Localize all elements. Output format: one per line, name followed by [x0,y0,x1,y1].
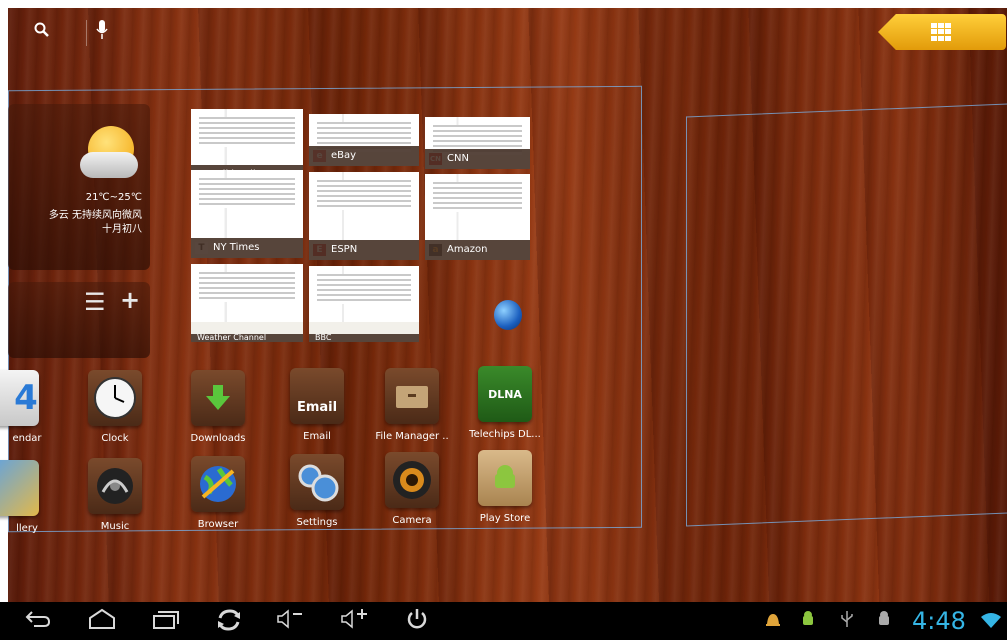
cloud-icon [80,152,138,178]
calendar-icon: 4 [0,370,39,426]
menu-icon[interactable]: ☰ [84,288,106,316]
weather-temperature: 21℃~25℃ [85,192,142,203]
weather-widget[interactable]: 21℃~25℃ 多云 无持续风向微风 十月初八 [8,104,150,270]
settings-icon [290,454,344,510]
android-debug-icon[interactable] [800,610,816,632]
app-play-store[interactable]: Play Store [463,450,547,524]
top-divider [86,20,87,46]
bookmark-thumbnail [425,117,530,155]
app-label: Email [303,431,331,442]
app-label: Browser [197,519,239,530]
bookmark-label: BBC [309,334,419,342]
calendar-digit: 4 [14,378,38,418]
app-settings[interactable]: Settings [275,454,359,528]
dlna-icon: DLNA [478,366,532,422]
app-file-manager[interactable]: File Manager .. [370,368,454,442]
bookmark-label: Weather Channel [191,334,303,342]
bookmark-thumbnail [309,172,419,240]
clock-icon [88,370,142,426]
recent-apps-icon[interactable] [152,608,180,635]
app-label: Clock [101,433,129,444]
top-bar [8,8,1007,58]
bookmark-thumbnail [309,114,419,152]
bookmark-tile[interactable]: Weather Channel [191,264,303,342]
bookmark-thumbnail [191,264,303,322]
app-label: llery [16,523,38,534]
app-camera[interactable]: Camera [370,452,454,526]
power-icon[interactable] [406,608,428,635]
back-icon[interactable] [24,608,52,633]
dlna-icon-text: DLNA [488,387,522,401]
app-telechips-dlna[interactable]: DLNA Telechips DL... [463,366,547,440]
file-manager-icon [385,368,439,424]
volume-down-icon[interactable] [276,608,304,635]
rotate-icon[interactable] [216,608,242,637]
app-label: File Manager .. [375,431,449,442]
email-icon: Email [290,368,344,424]
add-icon[interactable]: + [120,286,140,314]
android-icon[interactable] [876,610,892,632]
app-label: Play Store [479,513,531,524]
usb-icon[interactable] [840,610,854,632]
play-store-icon [478,450,532,506]
app-gallery[interactable]: llery [0,460,54,534]
app-music[interactable]: Music [73,458,157,532]
volume-up-icon[interactable] [340,608,370,635]
status-clock[interactable]: 4:48 [912,607,966,635]
bookmark-thumbnail [309,266,419,322]
app-label: Camera [392,515,432,526]
app-label: endar [12,433,42,444]
bookmark-tile[interactable]: a Amazon [425,174,530,260]
bookmark-tile[interactable]: CN CNN [425,117,530,169]
all-apps-grid-icon [931,23,951,41]
bookmark-thumbnail [191,170,303,238]
app-downloads[interactable]: Downloads [176,370,260,444]
microphone-icon[interactable] [96,20,108,45]
bookmark-label: eBay [309,146,419,166]
download-icon [191,370,245,426]
app-browser[interactable]: Browser [176,456,260,530]
bookmark-thumbnail [425,174,530,240]
browser-globe-icon[interactable] [494,300,522,330]
app-label: Downloads [190,433,246,444]
app-clock[interactable]: Clock [73,370,157,444]
notification-bell-icon[interactable] [765,610,781,632]
app-label: Music [100,521,130,532]
next-home-screen-panel[interactable] [686,103,1007,527]
top-frame-edge [0,0,1007,8]
weather-date: 十月初八 [102,224,142,235]
wifi-icon [980,612,1002,632]
weather-condition: 多云 无持续风向微风 [48,210,142,221]
search-icon[interactable] [34,22,50,43]
bookmark-label: CNN [425,149,530,169]
bookmark-tile[interactable]: T NY Times [191,170,303,258]
camera-icon [385,452,439,508]
email-icon-text: Email [296,399,338,415]
bookmark-tile[interactable]: E ESPN [309,172,419,260]
bookmark-tile[interactable]: e eBay [309,114,419,166]
system-bar: 4:48 [0,602,1007,640]
home-icon[interactable] [88,608,116,635]
music-icon [88,458,142,514]
browser-icon [191,456,245,512]
gallery-icon [0,460,39,516]
app-email[interactable]: Email Email [275,368,359,442]
bookmark-label: NY Times [191,238,303,258]
bookmark-label: ESPN [309,240,419,260]
app-calendar[interactable]: 4 endar [0,370,54,444]
bookmark-label: Amazon [425,240,530,260]
bookmark-thumbnail [191,109,303,165]
all-apps-button[interactable] [878,14,1006,50]
app-label: Settings [296,517,338,528]
bookmark-tile[interactable]: BBC [309,266,419,342]
bookmarks-widget-toolbar: ☰ + [8,282,150,358]
app-label: Telechips DL... [469,429,541,440]
